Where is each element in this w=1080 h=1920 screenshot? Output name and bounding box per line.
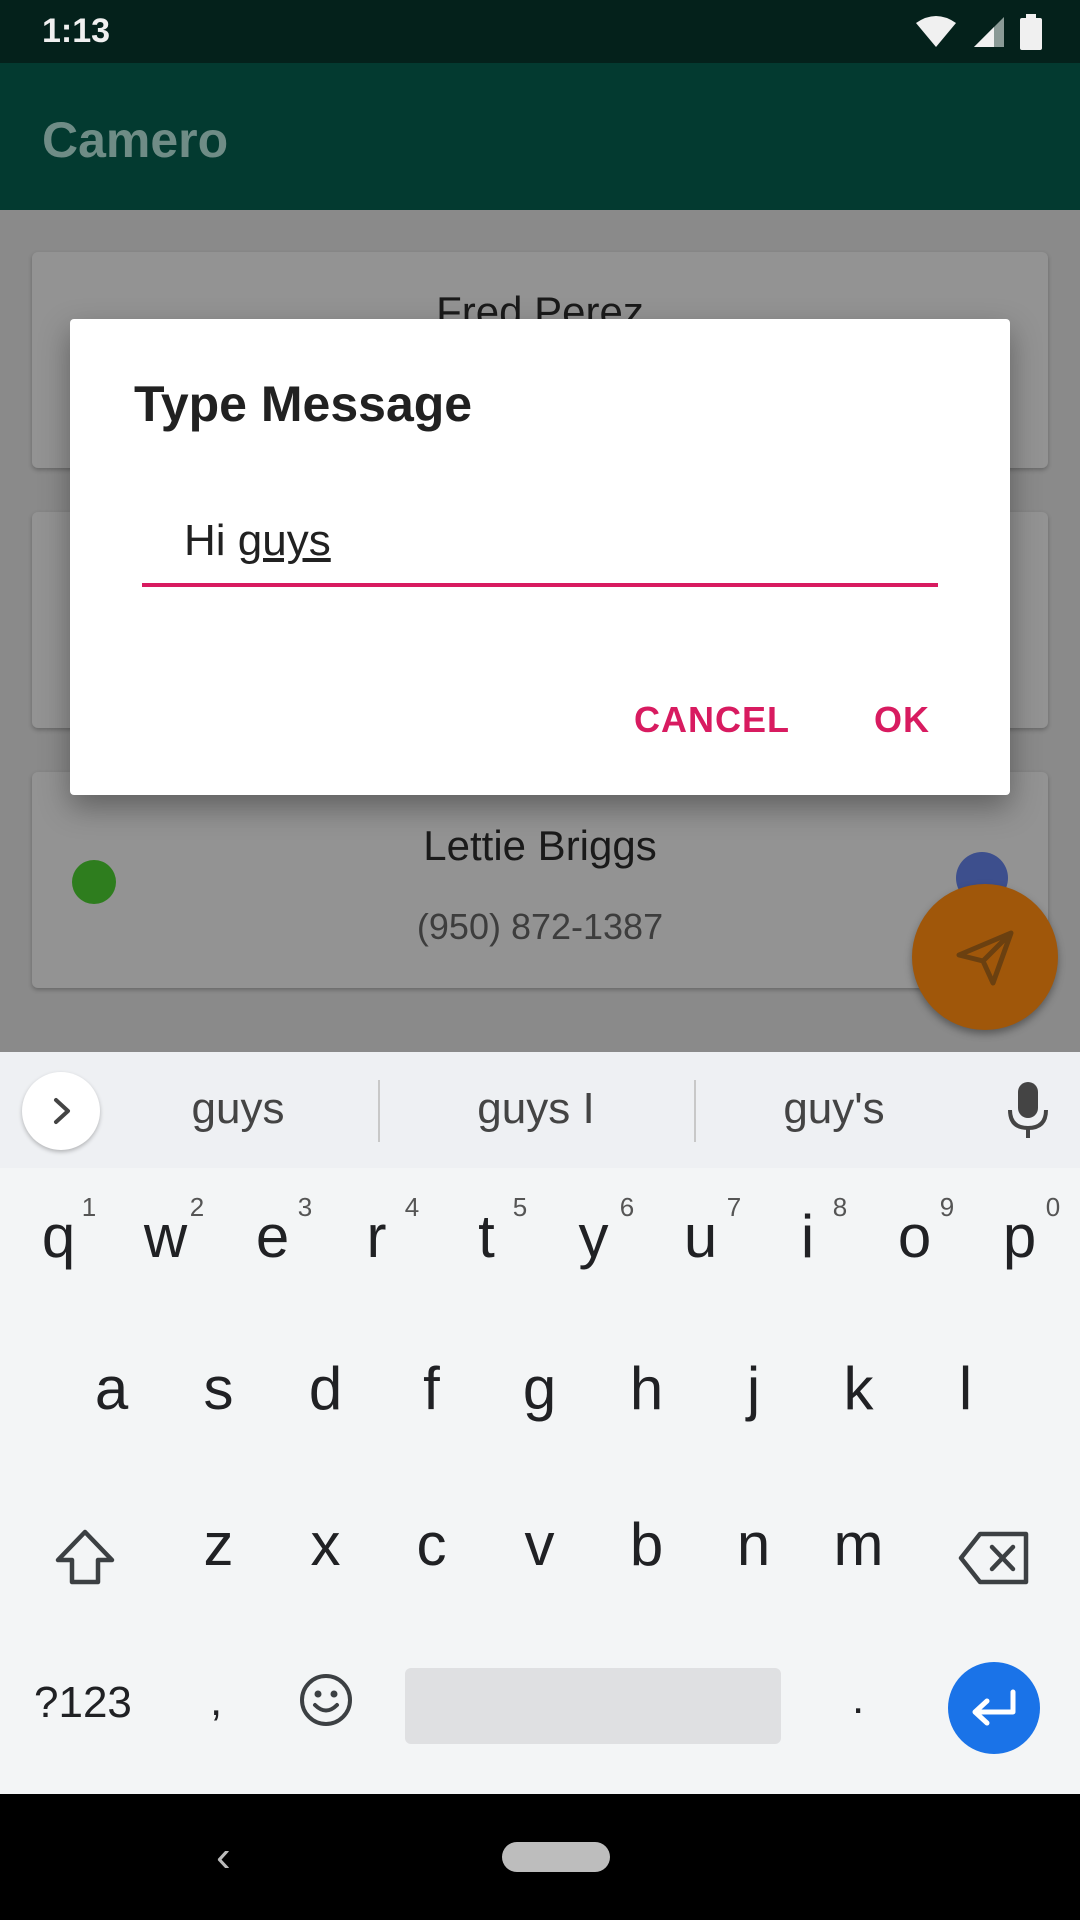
key-j[interactable]: j <box>700 1354 807 1423</box>
wifi-icon <box>916 16 956 47</box>
key-c[interactable]: c <box>378 1510 485 1579</box>
key-hint-6: 6 <box>619 1192 635 1222</box>
key-v[interactable]: v <box>486 1510 593 1579</box>
cancel-button[interactable]: CANCEL <box>634 699 790 741</box>
key-hint-3: 3 <box>297 1192 313 1222</box>
symbols-key[interactable]: ?123 <box>34 1678 132 1728</box>
key-hint-0: 0 <box>1045 1192 1061 1222</box>
emoji-icon <box>300 1674 352 1726</box>
dialog-title: Type Message <box>134 376 473 432</box>
key-k[interactable]: k <box>805 1354 912 1423</box>
status-icons <box>914 14 1042 50</box>
chevron-right-icon <box>54 1098 70 1124</box>
type-message-dialog: Type Message Hi guys CANCEL OK <box>70 319 1010 795</box>
suggestion-3[interactable]: guy's <box>704 1084 964 1134</box>
send-fab[interactable] <box>912 884 1058 1030</box>
key-d[interactable]: d <box>272 1354 379 1423</box>
message-input-prefix: Hi <box>184 516 238 565</box>
spacebar[interactable] <box>405 1668 781 1744</box>
backspace-key[interactable] <box>956 1528 1032 1588</box>
key-n[interactable]: n <box>700 1510 807 1579</box>
message-input-composing-word: guys <box>237 516 331 565</box>
message-input[interactable]: Hi guys <box>142 509 938 587</box>
key-z[interactable]: z <box>165 1510 272 1579</box>
suggestion-2[interactable]: guys I <box>406 1084 666 1134</box>
key-b[interactable]: b <box>593 1510 700 1579</box>
suggestion-1[interactable]: guys <box>108 1084 368 1134</box>
navigation-bar: ‹ <box>0 1794 1080 1920</box>
home-pill-icon[interactable] <box>502 1842 610 1872</box>
key-hint-7: 7 <box>726 1192 742 1222</box>
key-f[interactable]: f <box>378 1354 485 1423</box>
shift-key[interactable] <box>50 1522 120 1592</box>
enter-key[interactable] <box>948 1662 1040 1754</box>
key-hint-8: 8 <box>832 1192 848 1222</box>
key-hint-9: 9 <box>939 1192 955 1222</box>
contact-name: Lettie Briggs <box>423 822 657 869</box>
status-time: 1:13 <box>42 12 111 50</box>
key-a[interactable]: a <box>58 1354 165 1423</box>
key-m[interactable]: m <box>805 1510 912 1579</box>
battery-icon <box>1020 14 1042 50</box>
suggestion-strip: guys guys I guy's <box>0 1052 1080 1168</box>
microphone-icon[interactable] <box>1004 1082 1052 1140</box>
suggestion-divider <box>694 1080 696 1142</box>
comma-key[interactable]: , <box>210 1676 222 1726</box>
suggestions-expand-button[interactable] <box>22 1072 100 1150</box>
cell-signal-icon <box>974 17 1004 47</box>
contact-phone: (950) 872-1387 <box>416 906 664 947</box>
suggestion-divider <box>378 1080 380 1142</box>
back-icon[interactable]: ‹ <box>216 1832 231 1882</box>
key-l[interactable]: l <box>912 1354 1019 1423</box>
enter-arrow-icon <box>972 1689 1016 1726</box>
keyboard: guys guys I guy's q w e r t y u i o p 1 … <box>0 1052 1080 1794</box>
shift-icon <box>55 1529 115 1585</box>
key-hint-4: 4 <box>404 1192 420 1222</box>
key-s[interactable]: s <box>165 1354 272 1423</box>
emoji-key[interactable] <box>296 1670 356 1730</box>
key-h[interactable]: h <box>593 1354 700 1423</box>
contact-card[interactable]: Lettie Briggs (950) 872-1387 <box>32 772 1048 988</box>
app-title: Camero <box>42 112 229 168</box>
key-x[interactable]: x <box>272 1510 379 1579</box>
period-key[interactable]: . <box>852 1674 864 1724</box>
status-bar: 1:13 <box>0 0 1080 63</box>
send-icon <box>956 930 1014 986</box>
key-hint-5: 5 <box>512 1192 528 1222</box>
dialog-actions: CANCEL OK <box>634 699 930 741</box>
app-bar: Camero <box>0 63 1080 210</box>
key-g[interactable]: g <box>486 1354 593 1423</box>
key-hint-1: 1 <box>81 1192 97 1222</box>
ok-button[interactable]: OK <box>874 699 930 741</box>
key-hint-2: 2 <box>189 1192 205 1222</box>
backspace-icon <box>958 1531 1029 1585</box>
